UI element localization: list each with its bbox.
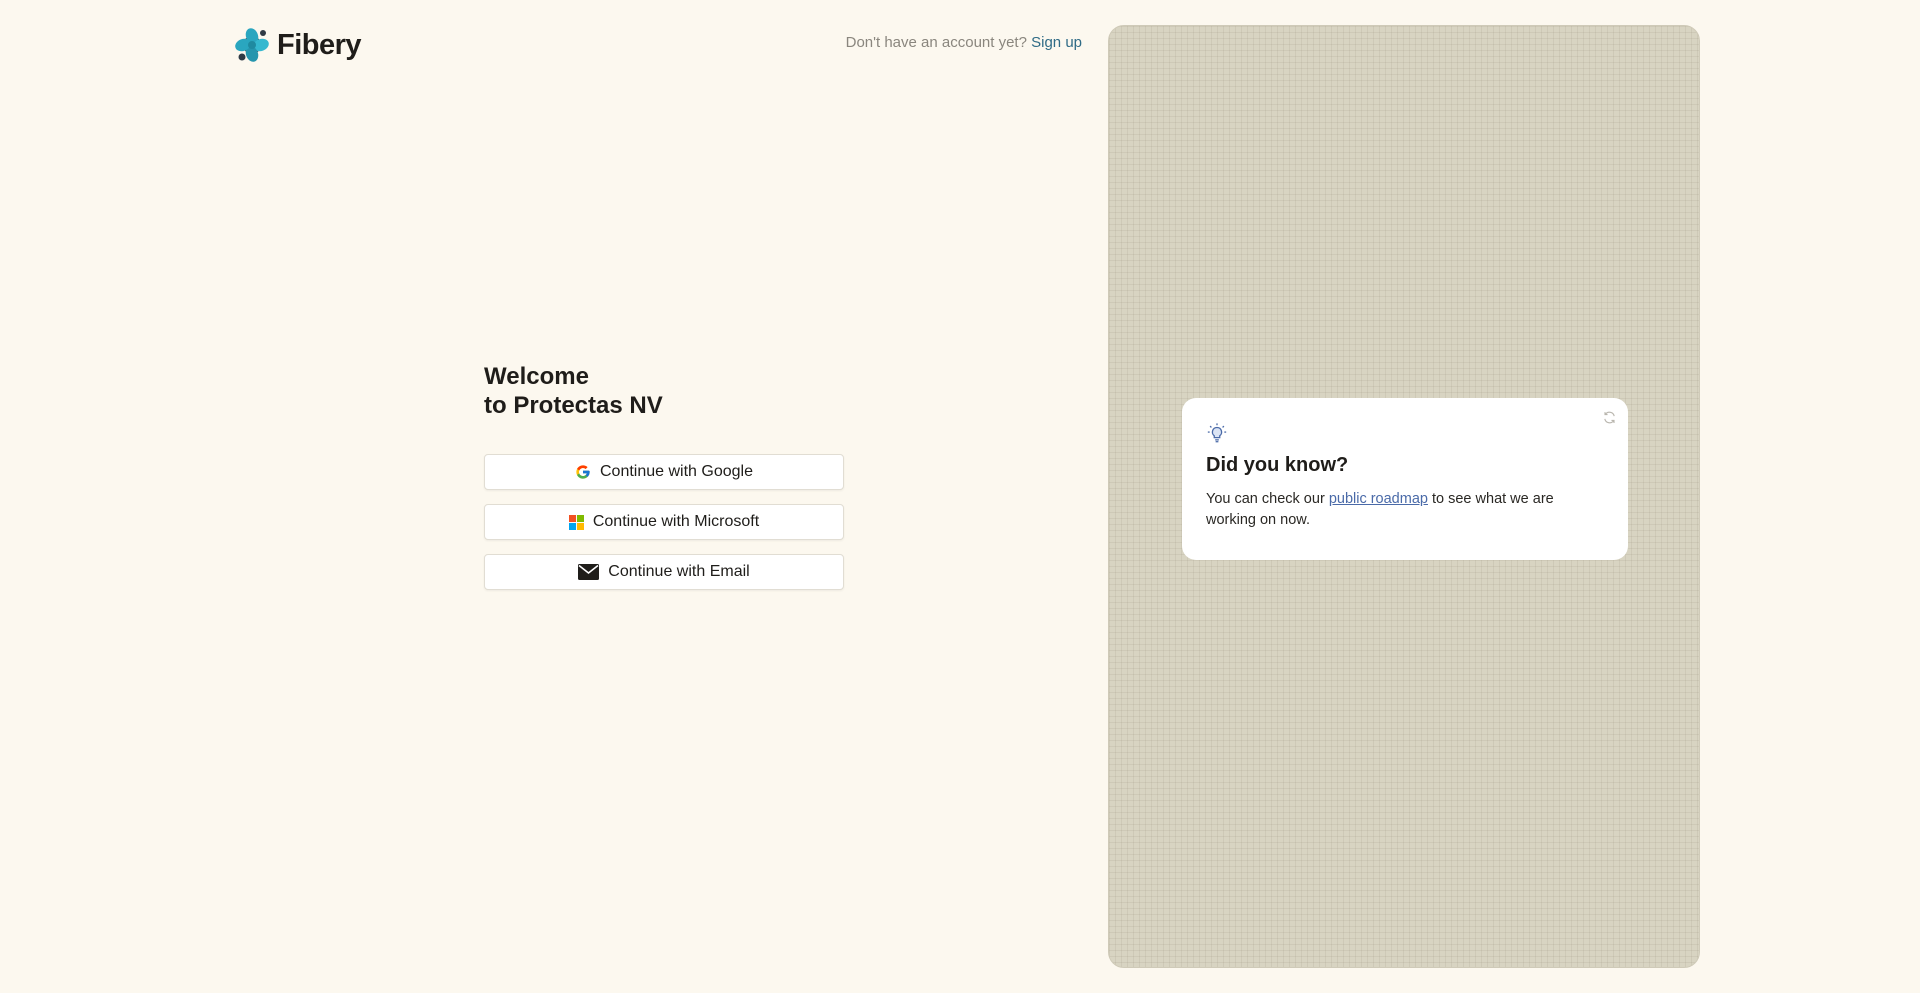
google-icon [575,464,591,480]
did-you-know-card: Did you know? You can check our public r… [1182,398,1628,560]
refresh-icon[interactable] [1600,408,1618,426]
email-button-label: Continue with Email [608,563,750,580]
public-roadmap-link[interactable]: public roadmap [1329,491,1428,507]
tip-text-before: You can check our [1206,491,1325,507]
continue-with-google-button[interactable]: Continue with Google [484,454,844,490]
continue-with-microsoft-button[interactable]: Continue with Microsoft [484,504,844,540]
lightbulb-icon [1206,422,1228,444]
signup-prompt-row: Don't have an account yet? Sign up [846,34,1082,51]
continue-with-email-button[interactable]: Continue with Email [484,554,844,590]
envelope-icon [578,564,600,580]
login-form: Welcome to Protectas NV Continue with Go… [484,362,844,604]
signup-link[interactable]: Sign up [1031,34,1082,51]
welcome-line-2: to Protectas NV [484,392,663,419]
google-button-label: Continue with Google [600,463,753,480]
tip-title: Did you know? [1206,454,1349,476]
welcome-line-1: Welcome [484,363,589,390]
signup-prompt: Don't have an account yet? [845,34,1027,51]
fibery-logo[interactable]: Fibery [233,26,362,64]
tips-panel: Did you know? You can check our public r… [1108,25,1700,968]
welcome-title: Welcome to Protectas NV [484,362,844,420]
fibery-logo-icon [233,26,271,64]
tip-text: You can check our public roadmap to see … [1206,489,1604,531]
microsoft-button-label: Continue with Microsoft [592,513,760,530]
brand-name: Fibery [277,28,362,61]
microsoft-icon [568,514,584,530]
